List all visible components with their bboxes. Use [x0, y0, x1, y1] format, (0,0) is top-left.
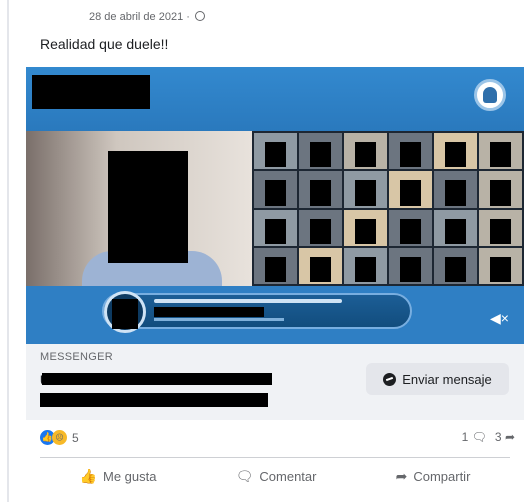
- share-count[interactable]: 3 ➦: [495, 430, 515, 444]
- participant-tile: [344, 209, 387, 246]
- participant-tile: [434, 133, 477, 170]
- org-logo-icon: [474, 79, 506, 111]
- participant-tile: [299, 171, 342, 208]
- lower-third-subline: [154, 318, 284, 321]
- participant-tile: [479, 133, 522, 170]
- redacted-title-line-1: [42, 373, 272, 385]
- participant-tile: [389, 209, 432, 246]
- participant-tile: [479, 171, 522, 208]
- post-actions: 👍 Me gusta 🗨 Comentar ➦ Compartir: [40, 466, 510, 487]
- participant-tile: [254, 209, 297, 246]
- reaction-summary[interactable]: 👍 ☹ 5: [40, 430, 79, 445]
- actions-divider: [40, 457, 510, 458]
- participant-tile: [389, 171, 432, 208]
- main-speaker-video: [26, 131, 252, 286]
- participant-tile: [299, 247, 342, 284]
- engagement-counts: 1 🗨 3 ➦: [462, 430, 515, 444]
- source-label: MESSENGER: [40, 351, 113, 363]
- lower-third-line: [154, 299, 342, 303]
- participants-grid: [252, 131, 524, 286]
- participant-tile: [344, 133, 387, 170]
- redacted-lower-third: [154, 307, 264, 317]
- participant-tile: [479, 209, 522, 246]
- participant-tile: [389, 133, 432, 170]
- participant-tile: [299, 133, 342, 170]
- participant-tile: [389, 247, 432, 284]
- messenger-icon: [383, 372, 397, 386]
- post-card: 28 de abril de 2021 · Realidad que duele…: [0, 0, 525, 502]
- participant-tile: [479, 247, 522, 284]
- send-message-button[interactable]: Enviar mensaje: [366, 363, 509, 395]
- volume-icon[interactable]: ◀×: [490, 310, 509, 327]
- participant-tile: [344, 171, 387, 208]
- reaction-count: 5: [72, 430, 79, 445]
- participant-tile: [434, 247, 477, 284]
- participant-tile: [344, 247, 387, 284]
- share-button[interactable]: ➦ Compartir: [390, 466, 477, 487]
- participant-tile: [254, 133, 297, 170]
- comment-icon: 🗨: [235, 468, 254, 484]
- post-timestamp[interactable]: 28 de abril de 2021 ·: [89, 11, 205, 23]
- redacted-name: [32, 75, 150, 109]
- comment-count[interactable]: 1 🗨: [462, 430, 487, 444]
- participant-tile: [254, 171, 297, 208]
- participant-tile: [434, 171, 477, 208]
- share-count-icon: ➦: [504, 430, 515, 444]
- comment-count-icon: 🗨: [471, 430, 487, 444]
- comment-button[interactable]: 🗨 Comentar: [230, 466, 323, 487]
- participant-tile: [299, 209, 342, 246]
- thumbs-up-icon: 👍: [79, 468, 97, 484]
- globe-icon: [194, 11, 205, 21]
- feed-divider: [7, 0, 9, 502]
- redacted-badge: [112, 299, 138, 329]
- participant-tile: [434, 209, 477, 246]
- participant-tile: [254, 247, 297, 284]
- like-button[interactable]: 👍 Me gusta: [74, 466, 163, 487]
- sad-reaction-icon: ☹: [52, 430, 67, 445]
- share-icon: ➦: [395, 468, 408, 484]
- redacted-title-line-2: [40, 393, 268, 407]
- video-thumbnail[interactable]: ◀×: [26, 67, 524, 344]
- post-caption: Realidad que duele!!: [40, 36, 169, 52]
- redacted-face: [108, 151, 188, 263]
